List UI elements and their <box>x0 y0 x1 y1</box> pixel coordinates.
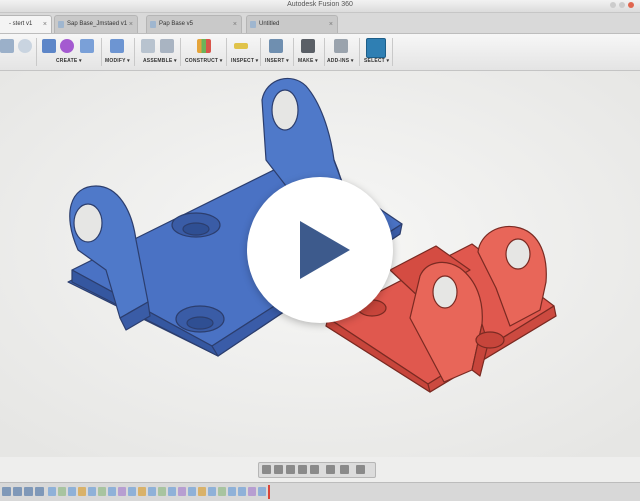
timeline-feature-icon[interactable] <box>188 487 196 496</box>
toolbar-divider <box>359 38 360 66</box>
navigation-bar <box>258 462 376 478</box>
select-icon[interactable] <box>366 38 386 58</box>
timeline-feature-icon[interactable] <box>248 487 256 496</box>
timeline-feature-icon[interactable] <box>258 487 266 496</box>
timeline-feature-icon[interactable] <box>168 487 176 496</box>
title-bar: Autodesk Fusion 360 <box>0 0 640 13</box>
pan-icon[interactable] <box>286 465 295 474</box>
viewports-icon[interactable] <box>356 465 365 474</box>
extrude-icon[interactable] <box>80 39 94 53</box>
document-icon <box>250 21 256 28</box>
tab-label: Pap Base v5 <box>159 21 194 27</box>
make-menu[interactable]: MAKE ▾ <box>298 58 318 64</box>
tab-label: - stert v1 <box>9 21 33 27</box>
timeline-feature-icon[interactable] <box>68 487 76 496</box>
timeline-feature-icon[interactable] <box>108 487 116 496</box>
modify-menu[interactable]: MODIFY ▾ <box>105 58 130 64</box>
timeline-feature-icon[interactable] <box>208 487 216 496</box>
inspect-menu[interactable]: INSPECT ▾ <box>231 58 258 64</box>
insert-menu[interactable]: INSERT ▾ <box>265 58 289 64</box>
timeline-forward-icon[interactable] <box>35 487 44 496</box>
toolbar-divider <box>180 38 181 66</box>
orbit-icon[interactable] <box>262 465 271 474</box>
assemble-menu[interactable]: ASSEMBLE ▾ <box>143 58 177 64</box>
tab-stert[interactable]: - stert v1 × <box>0 15 52 33</box>
display-settings-icon[interactable] <box>326 465 335 474</box>
tab-pap-base[interactable]: Pap Base v5 × <box>146 15 242 33</box>
select-menu[interactable]: SELECT ▾ <box>364 58 389 64</box>
tab-label: Untitled <box>259 21 280 27</box>
look-at-icon[interactable] <box>274 465 283 474</box>
close-icon[interactable]: × <box>129 16 133 33</box>
toolbar-divider <box>392 38 393 66</box>
toolbar-divider <box>101 38 102 66</box>
grid-settings-icon[interactable] <box>340 465 349 474</box>
timeline-feature-icon[interactable] <box>78 487 86 496</box>
document-tab-bar: - stert v1 × Sap Base_Jmstaed v1 × Pap B… <box>0 13 640 34</box>
create-menu[interactable]: CREATE ▾ <box>56 58 82 64</box>
component-icon[interactable] <box>141 39 155 53</box>
window-title: Autodesk Fusion 360 <box>287 1 353 8</box>
sketch-icon[interactable] <box>0 39 14 53</box>
timeline-feature-icon[interactable] <box>48 487 56 496</box>
document-icon <box>58 21 64 28</box>
toolbar-divider <box>293 38 294 66</box>
joint-icon[interactable] <box>160 39 174 53</box>
close-icon[interactable]: × <box>43 16 47 33</box>
tab-sap-base[interactable]: Sap Base_Jmstaed v1 × <box>54 15 138 33</box>
timeline-feature-icon[interactable] <box>128 487 136 496</box>
construct-menu[interactable]: CONSTRUCT ▾ <box>185 58 223 64</box>
sphere-icon[interactable] <box>60 39 74 53</box>
timeline-back-icon[interactable] <box>13 487 22 496</box>
tab-untitled[interactable]: Untitled × <box>246 15 338 33</box>
timeline-marker[interactable] <box>268 485 270 499</box>
zoom-icon[interactable] <box>298 465 307 474</box>
print-icon[interactable] <box>301 39 315 53</box>
timeline-feature-icon[interactable] <box>148 487 156 496</box>
timeline-feature-icon[interactable] <box>178 487 186 496</box>
close-icon[interactable]: × <box>233 16 237 33</box>
timeline-feature-icon[interactable] <box>238 487 246 496</box>
plane-icon[interactable] <box>197 39 211 53</box>
window-controls <box>610 2 634 8</box>
timeline-feature-icon[interactable] <box>118 487 126 496</box>
timeline-feature-icon[interactable] <box>138 487 146 496</box>
main-toolbar: CREATE ▾ MODIFY ▾ ASSEMBLE ▾ CONSTRUCT ▾… <box>0 34 640 71</box>
timeline-feature-icon[interactable] <box>228 487 236 496</box>
timeline-start-icon[interactable] <box>2 487 11 496</box>
measure-icon[interactable] <box>234 43 248 49</box>
fit-icon[interactable] <box>310 465 319 474</box>
image-icon[interactable] <box>269 39 283 53</box>
timeline-play-icon[interactable] <box>24 487 33 496</box>
timeline-feature-icon[interactable] <box>198 487 206 496</box>
box-icon[interactable] <box>42 39 56 53</box>
window-control-icon[interactable] <box>619 2 625 8</box>
timeline-feature-icon[interactable] <box>98 487 106 496</box>
toolbar-divider <box>324 38 325 66</box>
tab-label: Sap Base_Jmstaed v1 <box>67 21 128 27</box>
document-icon <box>150 21 156 28</box>
toolbar-divider <box>226 38 227 66</box>
timeline-feature-icon[interactable] <box>158 487 166 496</box>
toolbar-divider <box>36 38 37 66</box>
press-pull-icon[interactable] <box>110 39 124 53</box>
eye-icon[interactable] <box>18 39 32 53</box>
close-icon[interactable]: × <box>329 16 333 33</box>
timeline-bar <box>0 482 640 501</box>
timeline-feature-icon[interactable] <box>58 487 66 496</box>
window-close-icon[interactable] <box>628 2 634 8</box>
timeline-feature-icon[interactable] <box>218 487 226 496</box>
window-control-icon[interactable] <box>610 2 616 8</box>
timeline-feature-icon[interactable] <box>88 487 96 496</box>
addins-menu[interactable]: ADD-INS ▾ <box>327 58 354 64</box>
addins-icon[interactable] <box>334 39 348 53</box>
toolbar-divider <box>134 38 135 66</box>
toolbar-divider <box>260 38 261 66</box>
play-icon <box>300 221 350 279</box>
play-button[interactable] <box>247 177 393 323</box>
